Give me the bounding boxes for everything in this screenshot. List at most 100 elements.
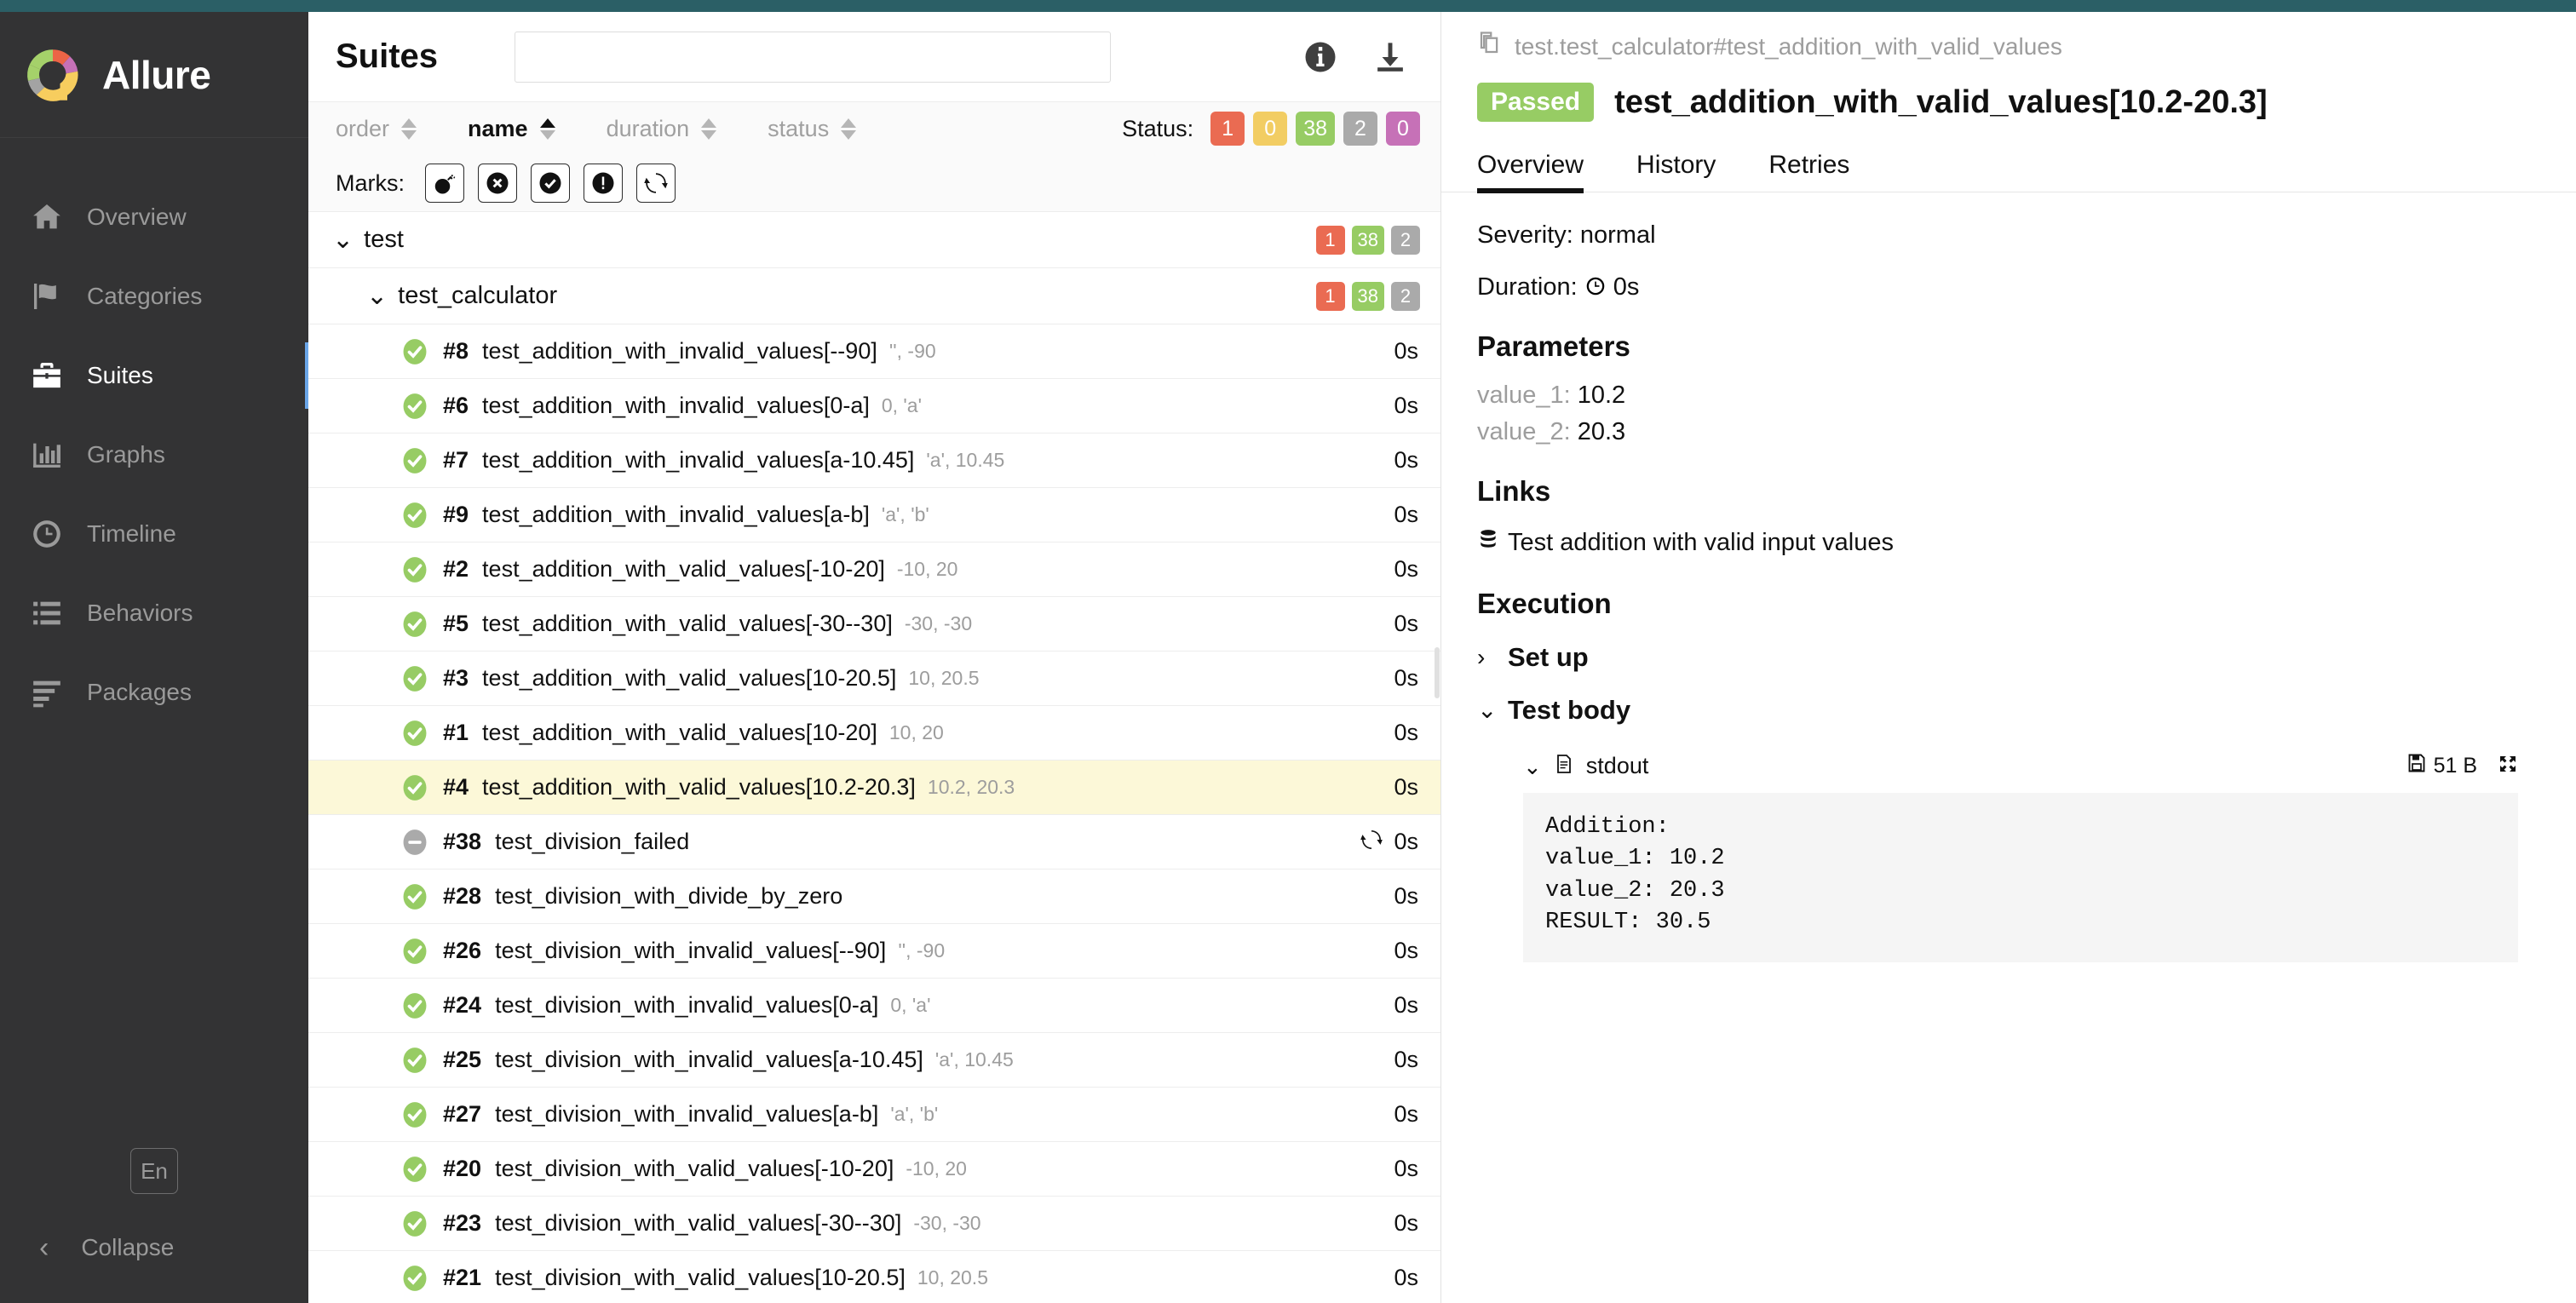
- status-badge-unknown[interactable]: 0: [1386, 112, 1420, 146]
- chevron-left-icon: ‹: [39, 1231, 49, 1264]
- file-icon: [1554, 751, 1574, 781]
- sidebar-item-label: Timeline: [87, 519, 176, 547]
- table-row[interactable]: #1 test_addition_with_valid_values[10-20]…: [308, 706, 1440, 761]
- table-row[interactable]: #7 test_addition_with_invalid_values[a-10…: [308, 433, 1440, 488]
- table-row[interactable]: #8 test_addition_with_invalid_values[--90…: [308, 324, 1440, 379]
- sort-arrows-icon: [539, 118, 555, 140]
- search-input[interactable]: [515, 31, 1112, 83]
- info-icon[interactable]: [1302, 39, 1338, 75]
- brand-header[interactable]: Allure: [0, 12, 308, 138]
- tree-group-test[interactable]: ⌄ test 1 38 2: [308, 212, 1440, 268]
- bomb-icon[interactable]: [425, 164, 464, 203]
- sort-by-status[interactable]: status: [768, 115, 857, 142]
- sidebar-item-label: Behaviors: [87, 599, 193, 626]
- tab-overview[interactable]: Overview: [1477, 151, 1613, 193]
- test-row-meta: 0s: [1394, 992, 1418, 1019]
- table-row[interactable]: #20 test_division_with_valid_values[-10-2…: [308, 1142, 1440, 1197]
- retry-icon[interactable]: [636, 164, 676, 203]
- table-row[interactable]: #25 test_division_with_invalid_values[a-1…: [308, 1033, 1440, 1088]
- test-order-number: #27: [443, 1101, 482, 1127]
- test-order-number: #24: [443, 992, 482, 1018]
- tab-retries[interactable]: Retries: [1768, 151, 1878, 192]
- passed-status-icon: [400, 501, 429, 530]
- table-row[interactable]: #28 test_division_with_divide_by_zero 0s: [308, 870, 1440, 924]
- status-badge-passed[interactable]: 38: [1296, 112, 1335, 146]
- clock-icon: [29, 516, 65, 552]
- suites-header: Suites: [308, 12, 1440, 101]
- sidebar-item-packages[interactable]: Packages: [0, 652, 308, 732]
- test-name: test_addition_with_valid_values[10-20]: [482, 720, 877, 745]
- sort-arrows-icon: [841, 118, 857, 140]
- link-item[interactable]: Test addition with valid input values: [1477, 526, 2540, 559]
- sidebar-item-behaviors[interactable]: Behaviors: [0, 573, 308, 652]
- sidebar-item-overview[interactable]: Overview: [0, 177, 308, 256]
- test-parameters: -30, -30: [913, 1212, 981, 1234]
- test-duration: 0s: [1394, 774, 1418, 800]
- sort-by-order[interactable]: order: [336, 116, 417, 142]
- sidebar-item-categories[interactable]: Categories: [0, 256, 308, 336]
- attachment-size[interactable]: 51 B: [2406, 752, 2477, 780]
- execution-step-test-body[interactable]: ⌄ Test body: [1477, 695, 2540, 726]
- test-row-meta: 0s: [1394, 774, 1418, 801]
- parameter-value: 10.2: [1577, 382, 1626, 409]
- passed-status-icon: [400, 1209, 429, 1238]
- table-row[interactable]: #5 test_addition_with_valid_values[-30--3…: [308, 597, 1440, 652]
- marks-row: Marks:: [336, 155, 1420, 211]
- tree-group-test-calculator[interactable]: ⌄ test_calculator 1 38 2: [308, 268, 1440, 324]
- copy-icon[interactable]: [1477, 31, 1503, 62]
- table-row[interactable]: #26 test_division_with_invalid_values[--9…: [308, 924, 1440, 979]
- status-badge-broken[interactable]: 0: [1253, 112, 1288, 146]
- panel-resize-handle[interactable]: [1435, 647, 1440, 698]
- passed-status-icon: [400, 1155, 429, 1184]
- table-row[interactable]: #38 test_division_failed 0s: [308, 815, 1440, 870]
- table-row[interactable]: #2 test_addition_with_valid_values[-10-20…: [308, 542, 1440, 597]
- sidebar-item-label: Packages: [87, 678, 192, 705]
- sidebar-item-timeline[interactable]: Timeline: [0, 494, 308, 573]
- breadcrumb[interactable]: test.test_calculator#test_addition_with_…: [1441, 12, 2576, 62]
- sort-by-duration[interactable]: duration: [607, 116, 717, 142]
- breadcrumb-text: test.test_calculator#test_addition_with_…: [1515, 32, 2062, 60]
- collapse-label: Collapse: [81, 1234, 175, 1260]
- table-row[interactable]: #3 test_addition_with_valid_values[10-20.…: [308, 652, 1440, 706]
- packages-icon: [29, 674, 65, 710]
- x-circle-icon[interactable]: [478, 164, 517, 203]
- attachment-size-label: 51 B: [2433, 754, 2477, 778]
- test-order-number: #7: [443, 447, 469, 473]
- group-badge-passed: 38: [1351, 281, 1384, 311]
- table-row[interactable]: #21 test_division_with_valid_values[10-20…: [308, 1251, 1440, 1303]
- collapse-sidebar-button[interactable]: ‹ Collapse: [0, 1218, 308, 1277]
- execution-step-setup[interactable]: › Set up: [1477, 642, 2540, 673]
- table-row[interactable]: #24 test_division_with_invalid_values[0-a…: [308, 979, 1440, 1033]
- language-button[interactable]: En: [130, 1148, 178, 1194]
- table-row[interactable]: #9 test_addition_with_invalid_values[a-b]…: [308, 488, 1440, 542]
- tab-history[interactable]: History: [1636, 151, 1745, 192]
- execution-step-label: Set up: [1508, 642, 1589, 672]
- table-row[interactable]: #4 test_addition_with_valid_values[10.2-2…: [308, 761, 1440, 815]
- test-name: test_addition_with_valid_values[10-20.5]: [482, 665, 897, 691]
- passed-status-icon: [400, 664, 429, 693]
- status-badge-skipped[interactable]: 2: [1343, 112, 1377, 146]
- exclamation-circle-icon[interactable]: [584, 164, 623, 203]
- attachment-header[interactable]: ⌄ stdout 51 B: [1523, 751, 2540, 781]
- table-row[interactable]: #6 test_addition_with_invalid_values[0-a]…: [308, 379, 1440, 433]
- download-icon[interactable]: [1372, 39, 1408, 75]
- bar-chart-icon: [29, 437, 65, 473]
- sort-label: duration: [606, 115, 690, 141]
- status-badge-failed[interactable]: 1: [1210, 112, 1245, 146]
- test-name: test_addition_with_invalid_values[a-10.4…: [482, 447, 915, 473]
- test-row-list: #8 test_addition_with_invalid_values[--90…: [308, 324, 1440, 1303]
- sidebar-item-suites[interactable]: Suites: [0, 336, 312, 415]
- test-duration: 0s: [1394, 665, 1418, 691]
- sort-row: order name duration status Status: 1 0 3…: [336, 102, 1420, 155]
- check-circle-icon[interactable]: [531, 164, 570, 203]
- expand-icon[interactable]: [2498, 753, 2518, 779]
- table-row[interactable]: #23 test_division_with_valid_values[-30--…: [308, 1197, 1440, 1251]
- test-name: test_division_with_valid_values[-30--30]: [495, 1210, 902, 1236]
- test-parameters: 'a', 'b': [890, 1103, 939, 1125]
- table-row[interactable]: #27 test_division_with_invalid_values[a-b…: [308, 1088, 1440, 1142]
- sort-by-name[interactable]: name: [468, 116, 555, 142]
- group-name: test: [364, 226, 404, 253]
- sort-label: status: [768, 115, 830, 141]
- sidebar-item-graphs[interactable]: Graphs: [0, 415, 308, 494]
- detail-tabs: Overview History Retries: [1441, 151, 2576, 193]
